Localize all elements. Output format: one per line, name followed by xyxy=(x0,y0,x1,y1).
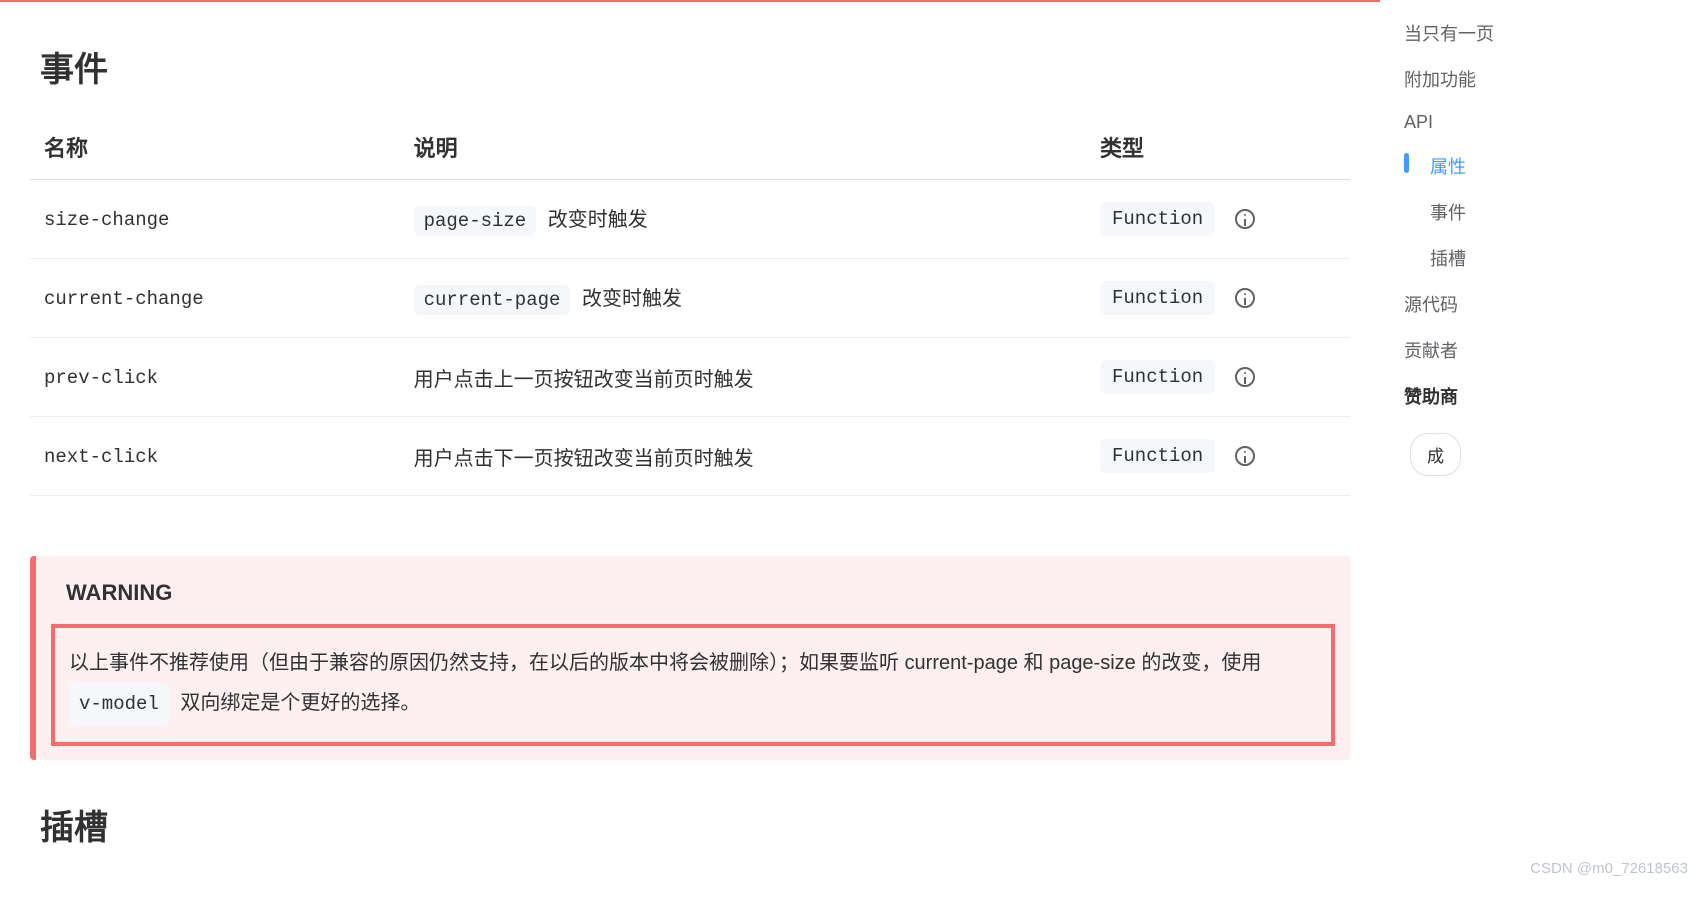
info-icon[interactable] xyxy=(1235,367,1255,387)
warning-code: v-model xyxy=(69,682,169,726)
event-name: current-change xyxy=(44,288,204,310)
table-row: size-change page-size 改变时触发 Function xyxy=(30,180,1350,259)
info-icon[interactable] xyxy=(1235,209,1255,229)
type-badge: Function xyxy=(1100,281,1215,315)
table-row: current-change current-page 改变时触发 Functi… xyxy=(30,259,1350,338)
toc-item-events[interactable]: 事件 xyxy=(1404,189,1560,235)
toc-item-contributors[interactable]: 贡献者 xyxy=(1404,327,1560,373)
warning-box: WARNING 以上事件不推荐使用（但由于兼容的原因仍然支持，在以后的版本中将会… xyxy=(30,556,1350,760)
desc-code: current-page xyxy=(414,285,571,315)
col-desc-header: 说明 xyxy=(400,115,1086,180)
desc-text: 改变时触发 xyxy=(548,209,648,231)
type-badge: Function xyxy=(1100,202,1215,236)
top-border xyxy=(0,0,1380,2)
toc-item-source[interactable]: 源代码 xyxy=(1404,281,1560,327)
col-type-header: 类型 xyxy=(1086,115,1350,180)
warning-title: WARNING xyxy=(66,580,1320,606)
toc-item-extra[interactable]: 附加功能 xyxy=(1404,56,1560,102)
desc-text: 改变时触发 xyxy=(582,288,682,310)
table-row: prev-click 用户点击上一页按钮改变当前页时触发 Function xyxy=(30,338,1350,417)
sponsor-button[interactable]: 成 xyxy=(1410,433,1461,476)
info-icon[interactable] xyxy=(1235,288,1255,308)
slots-heading: 插槽 xyxy=(30,800,1350,849)
warning-highlight: 以上事件不推荐使用（但由于兼容的原因仍然支持，在以后的版本中将会被删除）；如果要… xyxy=(51,624,1335,746)
info-icon[interactable] xyxy=(1235,446,1255,466)
events-heading: 事件 xyxy=(30,42,1350,91)
toc-item-api[interactable]: API xyxy=(1404,102,1560,143)
warning-text-pre: 以上事件不推荐使用（但由于兼容的原因仍然支持，在以后的版本中将会被删除）；如果要… xyxy=(69,652,1261,674)
events-table: 名称 说明 类型 size-change page-size 改变时触发 Fun… xyxy=(30,115,1350,496)
event-name: size-change xyxy=(44,209,169,231)
toc-item-attributes[interactable]: 属性 xyxy=(1404,143,1560,189)
event-name: prev-click xyxy=(44,367,158,389)
event-name: next-click xyxy=(44,446,158,468)
type-badge: Function xyxy=(1100,439,1215,473)
toc-sidebar: 当只有一页 附加功能 API 属性 事件 插槽 源代码 贡献者 赞助商 成 xyxy=(1380,0,1560,913)
table-row: next-click 用户点击下一页按钮改变当前页时触发 Function xyxy=(30,417,1350,496)
desc-code: page-size xyxy=(414,206,537,236)
warning-text-post: 双向绑定是个更好的选择。 xyxy=(180,692,420,714)
col-name-header: 名称 xyxy=(30,115,400,180)
type-badge: Function xyxy=(1100,360,1215,394)
toc-item-sponsors[interactable]: 赞助商 xyxy=(1404,373,1560,419)
toc-item-slots[interactable]: 插槽 xyxy=(1404,235,1560,281)
toc-item-single-page[interactable]: 当只有一页 xyxy=(1404,10,1560,56)
desc-text: 用户点击上一页按钮改变当前页时触发 xyxy=(414,369,754,391)
desc-text: 用户点击下一页按钮改变当前页时触发 xyxy=(414,448,754,470)
